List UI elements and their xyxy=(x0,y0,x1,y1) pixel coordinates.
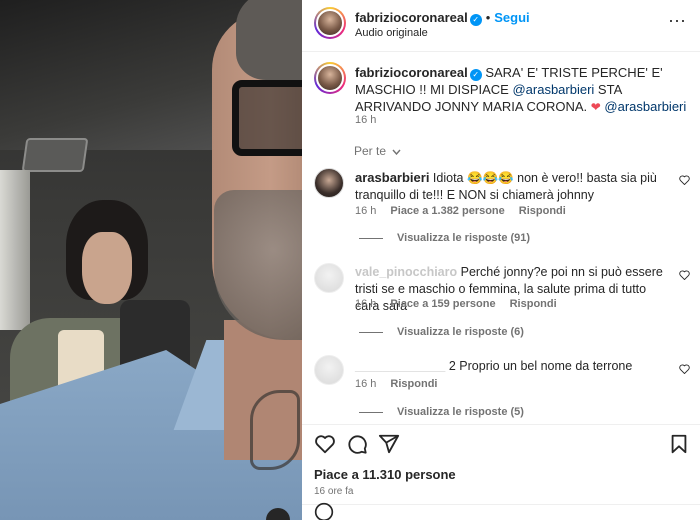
red-heart-emoji: ❤ xyxy=(590,100,601,114)
view-replies[interactable]: Visualizza le risposte (5) xyxy=(359,406,524,418)
comment-likes[interactable]: Piace a 1.382 persone xyxy=(390,205,504,217)
replies-line xyxy=(359,411,383,413)
view-replies-label: Visualizza le risposte (5) xyxy=(397,406,524,418)
like-heart-icon[interactable] xyxy=(314,433,336,455)
comment-time: 16 h xyxy=(355,298,377,310)
comment-text: _____________ 2 Proprio un bel nome da t… xyxy=(355,358,667,375)
post-time: 16 ore fa xyxy=(314,486,354,497)
audio-label[interactable]: Audio originale xyxy=(355,27,428,39)
replies-line xyxy=(359,331,383,333)
reply-button[interactable]: Rispondi xyxy=(390,378,437,390)
comment-time: 16 h xyxy=(355,205,377,217)
neck-tattoo xyxy=(250,390,300,470)
comment-likes[interactable]: Piace a 159 persone xyxy=(390,298,495,310)
caption-mention-1[interactable]: @arasbarbieri xyxy=(512,82,594,97)
verified-badge-icon: ✓ xyxy=(469,69,482,81)
comment-meta: 16 h Piace a 159 persone Rispondi xyxy=(355,298,557,310)
caption-time: 16 h xyxy=(355,114,377,126)
man-glasses xyxy=(232,80,302,156)
caption-mention-2[interactable]: @arasbarbieri xyxy=(604,99,686,114)
caption-username[interactable]: fabriziocoronareal xyxy=(355,65,468,80)
for-you-toggle[interactable]: Per te xyxy=(354,144,401,158)
author-username[interactable]: fabriziocoronareal xyxy=(355,10,468,25)
comment-username[interactable]: vale_pinocchiaro xyxy=(355,265,457,279)
view-replies-label: Visualizza le risposte (91) xyxy=(397,232,531,244)
view-replies-label: Visualizza le risposte (6) xyxy=(397,326,524,338)
post-header: fabriziocoronareal ✓ • Segui Audio original… xyxy=(302,0,700,52)
view-replies[interactable]: Visualizza le risposte (91) xyxy=(359,232,530,244)
view-replies[interactable]: Visualizza le risposte (6) xyxy=(359,326,524,338)
caption-avatar[interactable] xyxy=(314,62,346,94)
like-heart-icon[interactable] xyxy=(679,174,690,188)
comment-username[interactable]: _____________ xyxy=(355,359,445,373)
post-likes[interactable]: Piace a 11.310 persone xyxy=(314,467,456,482)
comment-text: arasbarbieri Idiota 😂😂😂 non è vero!! bas… xyxy=(355,169,667,204)
car-window xyxy=(0,170,30,330)
add-comment-bar xyxy=(302,502,700,520)
passenger-face xyxy=(82,232,132,304)
comment-bubble-icon[interactable] xyxy=(346,433,368,455)
separator-dot: • xyxy=(485,10,491,25)
comment-body: Proprio un bel nome da terrone xyxy=(459,359,633,373)
for-you-label: Per te xyxy=(354,144,387,158)
share-send-icon[interactable] xyxy=(378,433,400,455)
save-bookmark-icon[interactable] xyxy=(668,433,690,455)
caption: fabriziocoronareal ✓ SARA' E' TRISTE PERC… xyxy=(355,64,691,116)
reply-button[interactable]: Rispondi xyxy=(510,298,557,310)
follow-button[interactable]: Segui xyxy=(494,10,529,25)
commenter-avatar[interactable] xyxy=(314,263,344,293)
comment-meta: 16 h Rispondi xyxy=(355,378,437,390)
comment-username[interactable]: arasbarbieri xyxy=(355,170,429,185)
comment-meta: 16 h Piace a 1.382 persone Rispondi xyxy=(355,205,566,217)
car-ceiling-light xyxy=(21,138,89,172)
emoji-icon[interactable] xyxy=(314,502,334,520)
author-avatar[interactable] xyxy=(314,7,346,39)
like-heart-icon[interactable] xyxy=(679,363,690,377)
reply-button[interactable]: Rispondi xyxy=(519,205,566,217)
more-options-icon[interactable]: ··· xyxy=(668,10,686,31)
like-heart-icon[interactable] xyxy=(679,269,690,283)
man-hair xyxy=(236,0,302,80)
commenter-avatar[interactable] xyxy=(314,168,344,198)
post-detail-panel: fabriziocoronareal ✓ • Segui Audio original… xyxy=(302,0,700,520)
verified-badge-icon: ✓ xyxy=(469,14,482,26)
comment-prefix: 2 xyxy=(448,359,456,373)
commenter-avatar[interactable] xyxy=(314,355,344,385)
chevron-down-icon xyxy=(392,149,401,155)
comment-time: 16 h xyxy=(355,378,377,390)
replies-line xyxy=(359,237,383,239)
post-video[interactable] xyxy=(0,0,302,520)
man-beard xyxy=(214,190,302,340)
